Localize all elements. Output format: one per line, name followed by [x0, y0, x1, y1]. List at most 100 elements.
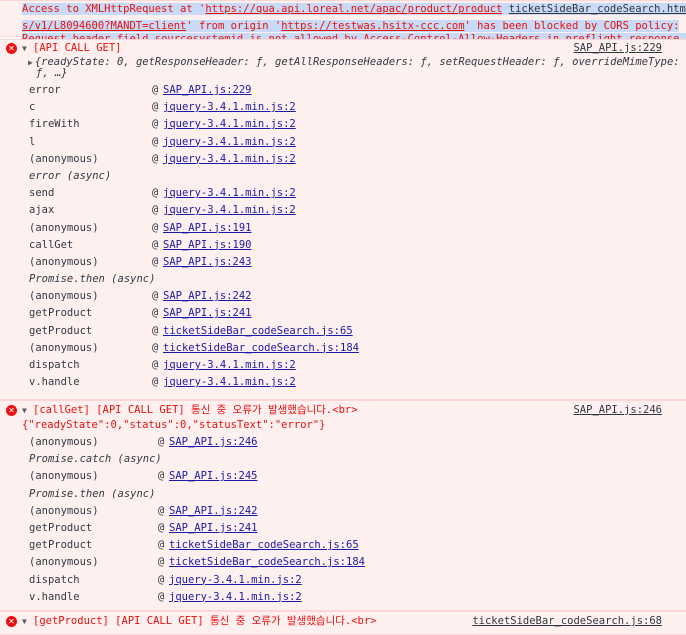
at-symbol: @: [152, 359, 159, 371]
async-boundary: Promise.catch (async): [0, 451, 686, 468]
stack-frame: getProduct @ SAP_API.js:241: [0, 520, 686, 537]
frame-source-link[interactable]: jquery-3.4.1.min.js:2: [163, 116, 296, 133]
at-symbol: @: [158, 504, 165, 517]
at-symbol: @: [152, 204, 159, 217]
at-symbol: @: [158, 573, 165, 586]
cors-prefix: Access to XMLHttpRequest at ': [22, 3, 206, 15]
stack-frame: (anonymous) @ SAP_API.js:246: [0, 434, 686, 451]
at-symbol: @: [158, 470, 165, 483]
frame-function: getProduct: [29, 307, 93, 320]
frame-function: getProduct: [29, 521, 93, 534]
at-symbol: @: [152, 255, 159, 268]
at-symbol: @: [158, 556, 165, 569]
cors-source-link[interactable]: ticketSideBar_codeSearch.html:1: [508, 3, 686, 15]
triangle-down-icon[interactable]: ▼: [22, 402, 27, 419]
frame-source-link[interactable]: jquery-3.4.1.min.js:2: [169, 589, 302, 606]
frame-source-link[interactable]: jquery-3.4.1.min.js:2: [163, 202, 296, 219]
object-preview[interactable]: ▶ {readyState: 0, getResponseHeader: ƒ, g…: [0, 57, 686, 68]
frame-source-link[interactable]: ticketSideBar_codeSearch.js:184: [163, 340, 359, 357]
at-symbol: @: [158, 539, 165, 552]
frame-source-link[interactable]: SAP_API.js:245: [169, 468, 258, 485]
frame-function: v.handle: [29, 376, 80, 389]
stack-frame: (anonymous) @ SAP_API.js:242: [0, 503, 686, 520]
frame-function: error: [29, 84, 61, 96]
triangle-right-icon[interactable]: ▶: [28, 58, 33, 67]
frame-function: (anonymous): [29, 470, 99, 483]
async-label: Promise.catch (async): [29, 453, 162, 466]
frame-source-link[interactable]: SAP_API.js:243: [163, 254, 252, 271]
stack-trace: (anonymous) @ SAP_API.js:246 Promise.catch …: [0, 434, 686, 606]
async-boundary: error (async): [0, 168, 686, 185]
at-symbol: @: [152, 135, 159, 148]
async-label: Promise.then (async): [29, 273, 156, 286]
frame-source-link[interactable]: ticketSideBar_codeSearch.js:65: [169, 537, 359, 554]
frame-source-link[interactable]: jquery-3.4.1.min.js:2: [163, 185, 296, 202]
frame-source-link[interactable]: ticketSideBar_codeSearch.js:65: [163, 323, 353, 340]
message-title: [API CALL GET]: [33, 42, 122, 54]
frame-function: l: [29, 135, 36, 148]
frame-function: dispatch: [29, 359, 80, 371]
frame-source-link[interactable]: SAP_API.js:242: [163, 288, 252, 305]
stack-frame: fireWith @ jquery-3.4.1.min.js:2: [0, 116, 686, 133]
frame-source-link[interactable]: SAP_API.js:242: [169, 503, 258, 520]
frame-function: send: [29, 187, 55, 200]
frame-function: (anonymous): [29, 221, 99, 234]
at-symbol: @: [152, 101, 159, 114]
frame-function: getProduct: [29, 324, 93, 337]
json-payload: {"readyState":0,"status":0,"statusText":…: [22, 419, 326, 431]
frame-function: (anonymous): [29, 504, 99, 517]
message-header[interactable]: ✕ ▼ [API CALL GET] SAP_API.js:229: [0, 40, 686, 57]
frame-source-link[interactable]: SAP_API.js:229: [163, 82, 252, 99]
at-symbol: @: [152, 324, 159, 337]
frame-function: fireWith: [29, 118, 80, 131]
frame-function: (anonymous): [29, 556, 99, 569]
frame-source-link[interactable]: SAP_API.js:241: [163, 305, 252, 322]
frame-function: (anonymous): [29, 341, 99, 354]
async-boundary: Promise.then (async): [0, 271, 686, 288]
console-message-getproduct-error: ✕ ▼ [getProduct] [API CALL GET] 통신 중 오류가…: [0, 611, 686, 635]
at-symbol: @: [152, 118, 159, 131]
at-symbol: @: [158, 521, 165, 534]
frame-function: (anonymous): [29, 255, 99, 268]
triangle-down-icon[interactable]: ▼: [22, 613, 27, 630]
cors-request-url[interactable]: https://qua.api.loreal.net/apac/product/…: [205, 3, 503, 15]
stack-frame: (anonymous) @ SAP_API.js:242: [0, 288, 686, 305]
frame-source-link[interactable]: ticketSideBar_codeSearch.js:184: [169, 554, 365, 571]
frame-function: (anonymous): [29, 436, 99, 448]
at-symbol: @: [152, 187, 159, 200]
message-title: [callGet] [API CALL GET] 통신 중 오류가 발생했습니다…: [33, 404, 358, 416]
source-link[interactable]: SAP_API.js:246: [573, 402, 662, 419]
source-link[interactable]: ticketSideBar_codeSearch.js:68: [472, 613, 662, 630]
async-label: Promise.then (async): [29, 487, 156, 500]
stack-frame: getProduct @ ticketSideBar_codeSearch.js:6…: [0, 323, 686, 340]
message-header[interactable]: ✕ ▼ [getProduct] [API CALL GET] 통신 중 오류가…: [0, 613, 686, 630]
frame-source-link[interactable]: jquery-3.4.1.min.js:2: [163, 134, 296, 151]
frame-source-link[interactable]: SAP_API.js:246: [169, 434, 258, 451]
frame-source-link[interactable]: jquery-3.4.1.min.js:2: [163, 151, 296, 168]
frame-source-link[interactable]: SAP_API.js:241: [169, 520, 258, 537]
triangle-down-icon[interactable]: ▼: [22, 40, 27, 57]
error-circle-icon: ✕: [6, 405, 17, 416]
frame-source-link[interactable]: jquery-3.4.1.min.js:2: [163, 357, 296, 374]
frame-source-link[interactable]: SAP_API.js:191: [163, 220, 252, 237]
frame-source-link[interactable]: jquery-3.4.1.min.js:2: [163, 374, 296, 391]
at-symbol: @: [158, 436, 165, 448]
stack-frame: v.handle @ jquery-3.4.1.min.js:2: [0, 589, 686, 606]
frame-source-link[interactable]: SAP_API.js:190: [163, 237, 252, 254]
message-header[interactable]: ✕ ▼ [callGet] [API CALL GET] 통신 중 오류가 발생…: [0, 402, 686, 419]
frame-function: c: [29, 101, 36, 114]
stack-frame: (anonymous) @ jquery-3.4.1.min.js:2: [0, 151, 686, 168]
async-boundary: Promise.then (async): [0, 486, 686, 503]
console-message-callget-error: ✕ ▼ [callGet] [API CALL GET] 통신 중 오류가 발생…: [0, 400, 686, 611]
async-label: error (async): [29, 169, 112, 182]
error-circle-icon: ✕: [6, 43, 17, 54]
frame-source-link[interactable]: jquery-3.4.1.min.js:2: [169, 572, 302, 589]
frame-function: getProduct: [29, 539, 93, 552]
frame-source-link[interactable]: jquery-3.4.1.min.js:2: [163, 99, 296, 116]
at-symbol: @: [152, 341, 159, 354]
source-link[interactable]: SAP_API.js:229: [573, 40, 662, 57]
stack-frame: (anonymous) @ SAP_API.js:245: [0, 468, 686, 485]
stack-frame: v.handle @ jquery-3.4.1.min.js:2: [0, 374, 686, 391]
stack-frame: send @ jquery-3.4.1.min.js:2: [0, 185, 686, 202]
at-symbol: @: [152, 152, 159, 165]
